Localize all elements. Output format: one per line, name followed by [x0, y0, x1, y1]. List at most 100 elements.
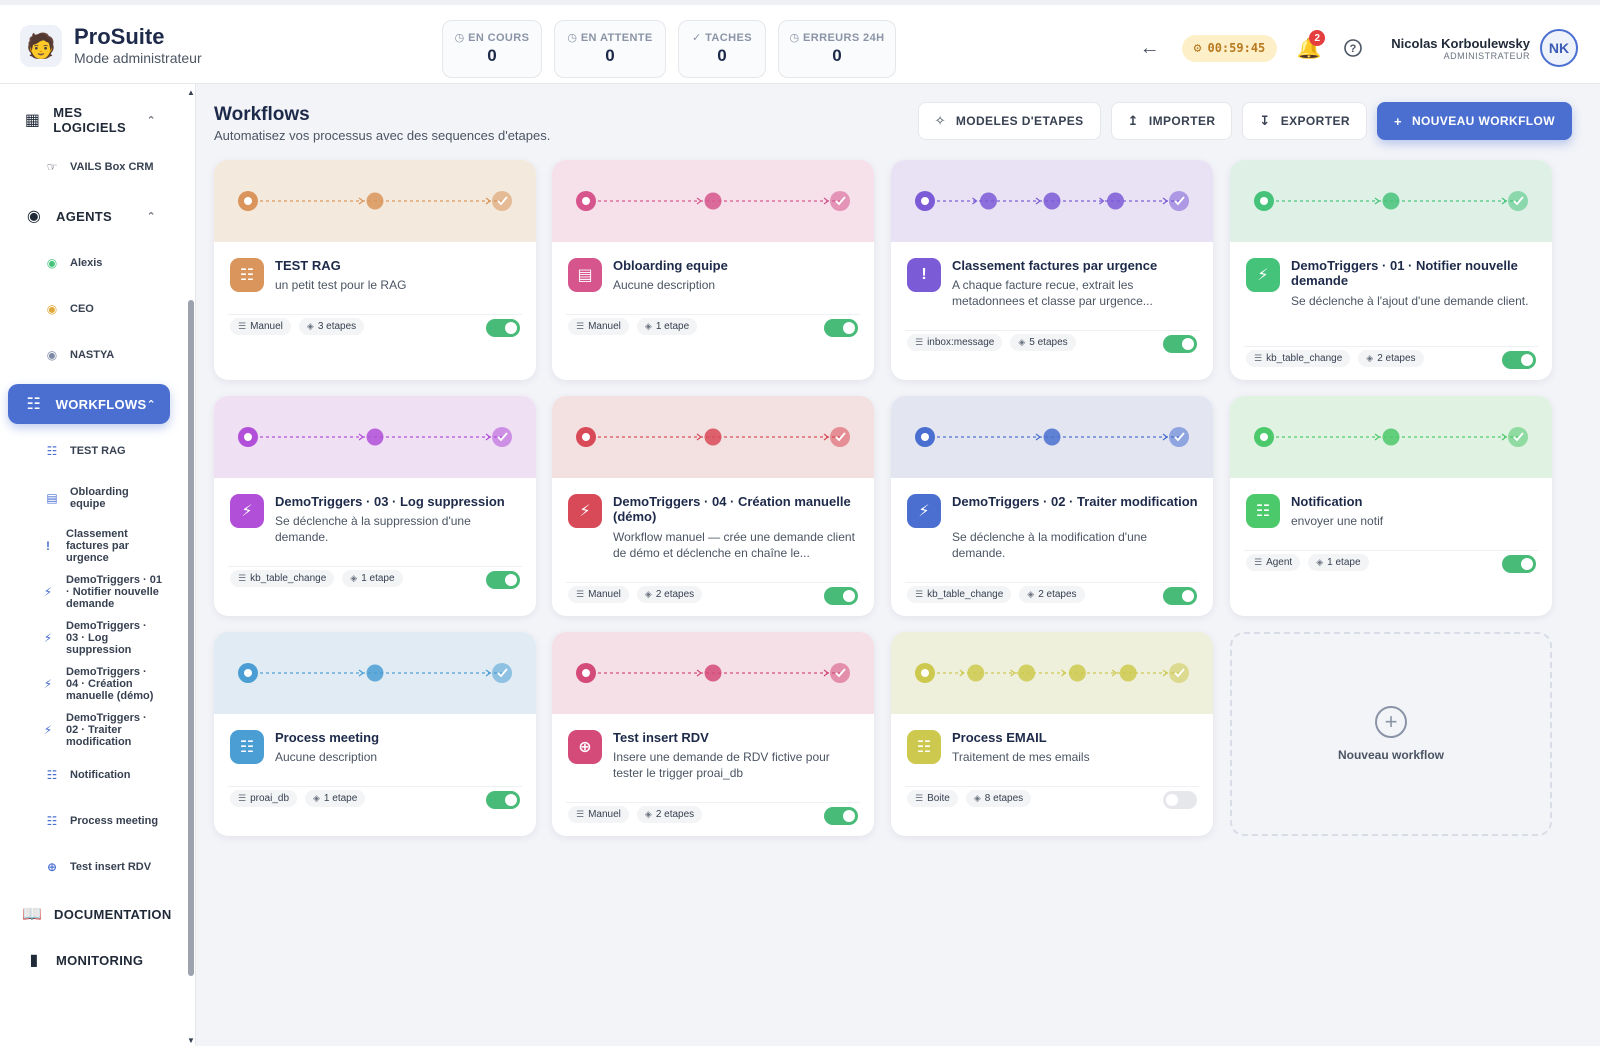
workflow-description: Aucune description — [613, 278, 716, 292]
sidebar-item-monitoring[interactable]: ▮ MONITORING — [8, 940, 170, 980]
scroll-up-arrow-icon[interactable]: ▲ — [187, 88, 195, 97]
sidebar-scrollbar[interactable] — [188, 300, 194, 976]
help-icon[interactable]: ? — [1339, 34, 1367, 62]
step-timeline — [891, 160, 1213, 242]
layers-icon: ◈ — [1027, 589, 1035, 599]
sidebar-item-documentation[interactable]: 📖 DOCUMENTATION — [8, 894, 171, 934]
line: DemoTriggers · 01 — [66, 574, 162, 586]
sidebar-item-notification[interactable]: ☷ Notification — [44, 768, 174, 782]
brand[interactable]: 🧑 ProSuite Mode administrateur — [20, 25, 202, 67]
workflow-description: Se déclenche à l'ajout d'une demande cli… — [1291, 294, 1529, 308]
workflow-enabled-toggle[interactable] — [486, 319, 520, 337]
line: 04 · Création — [66, 678, 133, 690]
user-info[interactable]: Nicolas Korboulewsky ADMINISTRATEUR — [1391, 36, 1530, 61]
workflow-card[interactable]: ⚡ DemoTriggers · 03 · Log suppression Se d… — [214, 396, 536, 616]
steps-label: 2 etapes — [1038, 589, 1077, 600]
stat-label: ERREURS 24H — [803, 32, 885, 44]
workflow-meta: ☰ Manuel ◈ 2 etapes — [568, 806, 710, 823]
sidebar-item-alexis[interactable]: ◉ Alexis — [44, 256, 174, 270]
workflow-card[interactable]: ☷ TEST RAG un petit test pour le RAG ☰ Manue… — [214, 160, 536, 380]
trigger-chip: ☰ Manuel — [568, 586, 629, 603]
svg-text:?: ? — [1350, 43, 1357, 55]
divider — [905, 786, 1199, 787]
sidebar-item-process-meeting[interactable]: ☷ Process meeting — [44, 814, 174, 828]
workflow-enabled-toggle[interactable] — [824, 319, 858, 337]
sidebar-item-ceo[interactable]: ◉ CEO — [44, 302, 174, 316]
workflow-icon: ☷ — [26, 396, 42, 413]
plus-icon: + — [1393, 113, 1402, 129]
workflow-description: Traitement de mes emails — [952, 750, 1090, 764]
sidebar-item-demotriggers-03[interactable]: ⚡ DemoTriggers · 03 · Log suppression — [40, 620, 170, 656]
robot-icon: ◉ — [46, 348, 58, 362]
sidebar-item-demotriggers-04[interactable]: ⚡ DemoTriggers · 04 · Création manuelle (d… — [40, 666, 170, 702]
sidebar-item-test-rag[interactable]: ☷ TEST RAG — [44, 444, 174, 458]
plus-circle-icon: ⊕ — [46, 860, 58, 874]
workflow-enabled-toggle[interactable] — [486, 791, 520, 809]
workflow-title: Process meeting — [275, 730, 380, 745]
workflow-card[interactable]: ⚡ DemoTriggers · 02 · Traiter modificatio… — [891, 396, 1213, 616]
workflow-enabled-toggle[interactable] — [1502, 351, 1536, 369]
workflow-card[interactable]: ⊕ Test insert RDV Insere une demande de RD… — [552, 632, 874, 836]
workflow-description: A chaque facture recue, extrait les meta… — [952, 278, 1153, 308]
stat-label: EN COURS — [468, 32, 530, 44]
sidebar-item-mes-logiciels[interactable]: ▦ MES LOGICIELS ⌃ — [8, 100, 170, 140]
sidebar-item-agents[interactable]: ◉ AGENTS ⌃ — [8, 196, 170, 236]
stat-en-attente[interactable]: ◷ EN ATTENTE 0 — [554, 20, 666, 78]
workflow-enabled-toggle[interactable] — [1163, 791, 1197, 809]
avatar[interactable]: NK — [1540, 29, 1578, 67]
new-workflow-button[interactable]: + NOUVEAU WORKFLOW — [1376, 102, 1572, 140]
workflow-card[interactable]: ! Classement factures par urgence A chaque… — [891, 160, 1213, 380]
bolt-icon: ⚡ — [43, 585, 53, 599]
brand-subtitle: Mode administrateur — [74, 50, 202, 66]
stat-taches[interactable]: ✓ TACHES 0 — [678, 20, 766, 78]
workflow-enabled-toggle[interactable] — [1163, 587, 1197, 605]
bolt-icon: ⚡ — [1246, 258, 1280, 292]
workflow-card[interactable]: ▤ Obloarding equipe Aucune description ☰ Man… — [552, 160, 874, 380]
workflow-card[interactable]: ☷ Process meeting Aucune description ☰ proai… — [214, 632, 536, 836]
line: demande — [66, 598, 115, 610]
workflow-card[interactable]: ☷ Notification envoyer une notif ☰ Agent ◈ 1 e… — [1230, 396, 1552, 616]
stat-erreurs[interactable]: ◷ ERREURS 24H 0 — [778, 20, 896, 78]
sidebar-item-classement[interactable]: ! Classement factures par urgence — [40, 528, 170, 564]
scroll-down-arrow-icon[interactable]: ▼ — [187, 1036, 195, 1045]
puzzle-icon: ✧ — [934, 113, 946, 128]
back-arrow-icon[interactable]: ← — [1136, 34, 1164, 62]
sidebar-item-vails[interactable]: ☞ VAILS Box CRM — [44, 160, 174, 174]
sidebar-item-demotriggers-02[interactable]: ⚡ DemoTriggers · 02 · Traiter modification — [40, 712, 170, 748]
divider — [228, 314, 522, 315]
import-button[interactable]: ↥ IMPORTER — [1110, 102, 1233, 140]
sidebar-item-demotriggers-01[interactable]: ⚡ DemoTriggers · 01 · Notifier nouvelle de… — [40, 574, 170, 610]
line: DemoTriggers · — [66, 620, 147, 632]
line: modification — [66, 736, 132, 748]
workflow-enabled-toggle[interactable] — [486, 571, 520, 589]
bell-icon[interactable]: 🔔 2 — [1295, 30, 1326, 62]
line: 03 · Log — [66, 632, 109, 644]
notification-badge: 2 — [1309, 30, 1326, 46]
workflow-enabled-toggle[interactable] — [1502, 555, 1536, 573]
sidebar-item-obloarding[interactable]: ▤ Obloarding equipe — [44, 486, 174, 510]
workflow-card[interactable]: ☷ Process EMAIL Traitement de mes emails ☰ B… — [891, 632, 1213, 836]
trigger-icon: ☰ — [576, 589, 585, 599]
workflow-enabled-toggle[interactable] — [1163, 335, 1197, 353]
workflow-card[interactable]: ⚡ DemoTriggers · 01 · Notifier nouvelle d… — [1230, 160, 1552, 380]
workflow-card[interactable]: ⚡ DemoTriggers · 04 · Création manuelle (… — [552, 396, 874, 616]
steps-label: 1 etape — [361, 573, 395, 584]
trigger-chip: ☰ Agent — [1246, 554, 1301, 571]
new-workflow-card[interactable]: + Nouveau workflow — [1230, 632, 1552, 836]
top-header: 🧑 ProSuite Mode administrateur ◷ EN COUR… — [0, 0, 1600, 84]
workflow-enabled-toggle[interactable] — [824, 587, 858, 605]
sidebar-item-nastya[interactable]: ◉ NASTYA — [44, 348, 174, 362]
layers-icon: ◈ — [1366, 353, 1374, 363]
sidebar-item-test-insert-rdv[interactable]: ⊕ Test insert RDV — [44, 860, 174, 874]
divider — [228, 786, 522, 787]
steps-chip: ◈ 5 etapes — [1010, 334, 1076, 351]
workflow-enabled-toggle[interactable] — [824, 807, 858, 825]
models-button[interactable]: ✧ MODELES D'ETAPES — [917, 102, 1101, 140]
workflow-icon: ☷ — [46, 814, 58, 828]
workflow-title: Test insert RDV — [613, 730, 709, 745]
stat-en-cours[interactable]: ◷ EN COURS 0 — [442, 20, 542, 78]
export-button[interactable]: ↧ EXPORTER — [1242, 102, 1367, 140]
sidebar-item-workflows[interactable]: ☷ WORKFLOWS ⌃ — [8, 384, 170, 424]
trigger-chip: ☰ proai_db — [230, 790, 297, 807]
step-timeline — [214, 632, 536, 714]
